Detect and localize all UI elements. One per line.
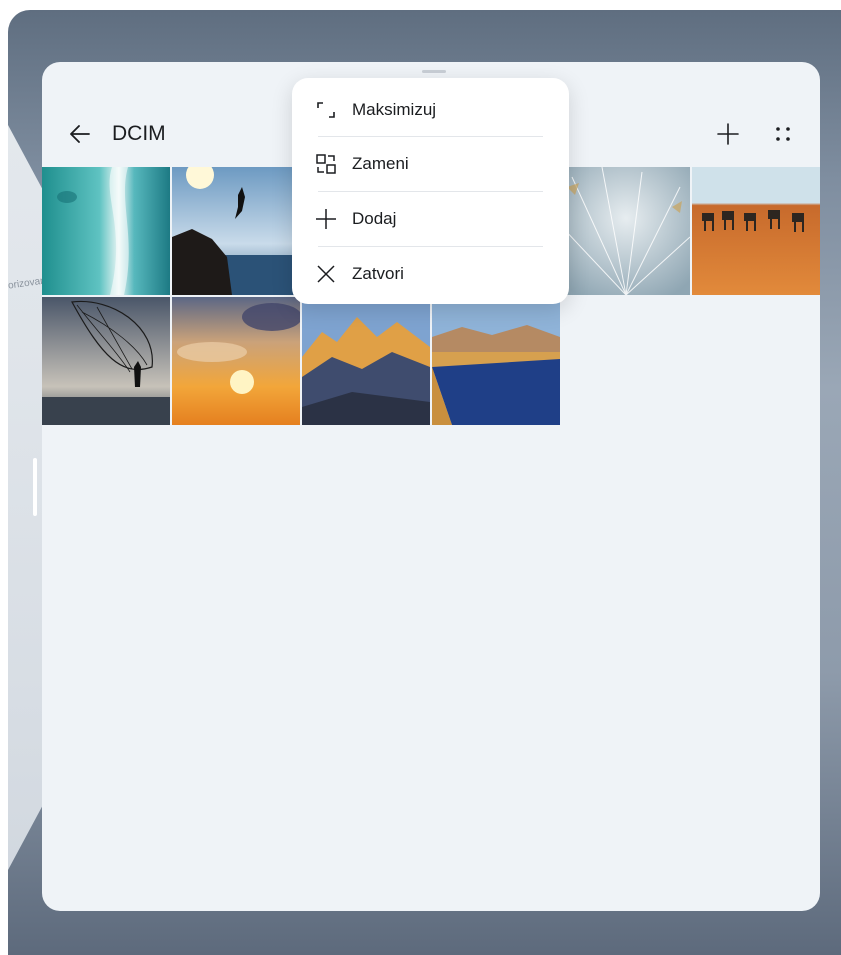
- photo-sunset-clouds: [172, 297, 300, 425]
- photo-thumbnail[interactable]: [562, 167, 690, 295]
- photo-thumbnail[interactable]: [692, 167, 820, 295]
- photo-fisherman-net: [42, 297, 170, 425]
- menu-item-label: Zameni: [352, 154, 409, 173]
- page-title: DCIM: [112, 122, 166, 145]
- photo-thumbnail[interactable]: [172, 167, 300, 295]
- swap-icon: [316, 154, 336, 174]
- photo-thumbnail[interactable]: [172, 297, 300, 425]
- arrow-left-icon: [70, 125, 90, 143]
- photo-golden-mountains: [302, 297, 430, 425]
- photo-thumbnail[interactable]: [432, 297, 560, 425]
- menu-item-swap[interactable]: Zameni: [292, 137, 569, 191]
- add-button[interactable]: [712, 118, 744, 150]
- photo-thumbnail[interactable]: [42, 167, 170, 295]
- context-menu: Maksimizuj Zameni Dodaj Zatvori: [292, 78, 569, 304]
- photo-thumbnail[interactable]: [302, 297, 430, 425]
- menu-item-maximize[interactable]: Maksimizuj: [292, 83, 569, 137]
- photo-desert-lake: [432, 297, 560, 425]
- more-options-button[interactable]: [767, 118, 799, 150]
- maximize-icon: [317, 102, 335, 118]
- menu-item-label: Zatvori: [352, 264, 404, 283]
- menu-item-close[interactable]: Zatvori: [292, 247, 569, 301]
- four-dots-icon: [776, 127, 790, 141]
- close-icon: [317, 265, 335, 283]
- photo-cliff-jumper: [172, 167, 300, 295]
- side-drag-handle[interactable]: [33, 458, 37, 516]
- photo-aerial-sea: [42, 167, 170, 295]
- plus-icon: [717, 123, 739, 145]
- gallery-window: DCIM Maksimizuj Zameni Dodaj Zatvori: [42, 62, 820, 911]
- menu-item-label: Dodaj: [352, 209, 397, 228]
- back-button[interactable]: [64, 118, 96, 150]
- photo-thumbnail[interactable]: [42, 297, 170, 425]
- menu-item-label: Maksimizuj: [352, 100, 437, 119]
- photo-desert-camels: [692, 167, 820, 295]
- menu-item-add[interactable]: Dodaj: [292, 192, 569, 246]
- plus-icon: [316, 209, 336, 229]
- photo-dandelion: [562, 167, 690, 295]
